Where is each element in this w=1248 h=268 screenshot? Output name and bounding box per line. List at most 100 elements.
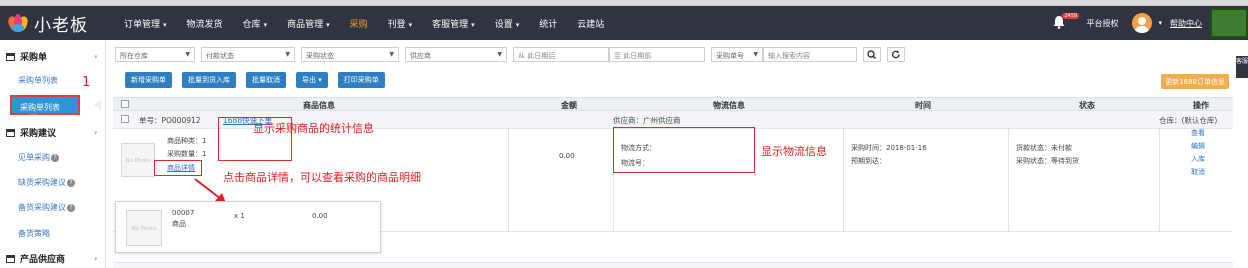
chevron-down-icon[interactable]: ▾ — [1158, 19, 1162, 27]
row-checkbox[interactable] — [121, 115, 129, 123]
expected-arrival: 预期到达： — [851, 157, 886, 165]
supplier-select[interactable]: 供应商 ▼ — [405, 47, 507, 62]
product-thumbnail: No Photo — [121, 143, 155, 177]
batch-receive-button[interactable]: 批量到货入库 — [182, 72, 236, 88]
notification-bell-icon[interactable]: 2459 — [1052, 13, 1080, 31]
column-divider — [1159, 129, 1160, 232]
sidebar-item-stock-advice[interactable]: 备货采购建议? — [18, 202, 75, 213]
date-from-input[interactable]: 从 此日期后 — [513, 47, 609, 62]
nav-item-label: 客服管理 — [432, 19, 469, 30]
search-input[interactable]: 输入搜索内容 — [763, 47, 857, 62]
dropdown-arrow-icon: ▼ — [285, 51, 290, 58]
column-divider — [1008, 129, 1009, 232]
nav-item-0[interactable]: 订单管理 ▾ — [124, 17, 167, 30]
filter-bar: 所在仓库 ▼ 付款状态 ▼ 采购状态 ▼ 供应商 ▼ 从 此日期后 至 此日期前 采购单… — [115, 47, 911, 63]
refresh-button[interactable] — [887, 47, 905, 62]
sidebar-item-shortage[interactable]: 见单采购? — [18, 152, 59, 163]
purchase-quantity: 采购数量：1 — [167, 150, 207, 158]
flower-logo-icon — [6, 11, 30, 35]
nav-item-label: 商品管理 — [287, 19, 324, 30]
sidebar-group-purchase-order[interactable]: 采购单 ▾ — [6, 50, 98, 63]
warehouse-select[interactable]: 所在仓库 ▼ — [115, 47, 195, 62]
warehouse-name: 仓库：(默认仓库) — [1159, 116, 1218, 125]
help-center-link[interactable]: 帮助中心 — [1170, 18, 1202, 29]
nav-item-9[interactable]: 云建站 — [577, 17, 604, 30]
export-button[interactable]: 导出 ▾ — [296, 72, 328, 88]
search-group: 采购单号 ▼ 输入搜索内容 — [711, 47, 857, 63]
nav-item-label: 刊登 — [387, 19, 406, 30]
sidebar-item-out-of-stock[interactable]: 缺货采购建议? — [18, 177, 75, 188]
dropdown-arrow-icon: ▼ — [185, 51, 190, 58]
chevron-down-icon: ▾ — [94, 52, 98, 61]
column-header-logistics: 物流信息 — [713, 101, 745, 110]
receive-link[interactable]: 入库 — [1191, 154, 1205, 164]
list-icon — [6, 52, 15, 61]
nav-item-label: 物流发货 — [186, 19, 223, 30]
dropdown-arrow-icon: ▼ — [497, 51, 502, 58]
new-purchase-order-button[interactable]: 新增采购单 — [125, 72, 172, 88]
app-logo[interactable]: 小老板 — [6, 10, 88, 36]
date-range: 从 此日期后 至 此日期前 — [513, 47, 705, 63]
nav-item-3[interactable]: 商品管理 ▾ — [287, 17, 330, 30]
logo-text: 小老板 — [34, 15, 88, 36]
platform-auth-link[interactable]: 平台授权 — [1086, 18, 1118, 29]
dropdown-arrow-icon: ▼ — [753, 51, 758, 58]
sidebar-item-purchase-list[interactable]: 采购单列表 — [18, 75, 58, 86]
search-type-select[interactable]: 采购单号 ▼ — [711, 47, 763, 62]
sidebar-group-label: 采购建议 — [20, 129, 57, 139]
purchase-status: 采购状态：等待到货 — [1016, 157, 1079, 165]
order-number: 单号：PO000912 — [139, 116, 201, 125]
nav-item-1[interactable]: 物流发货 — [187, 17, 223, 30]
column-header-product: 商品信息 — [303, 101, 335, 110]
print-purchase-order-button[interactable]: 打印采购单 — [337, 72, 385, 88]
select-value: 采购状态 — [306, 52, 334, 60]
nav-item-2[interactable]: 仓库 ▾ — [243, 17, 268, 30]
sidebar-group-supplier[interactable]: 产品供应商 ▾ — [6, 252, 98, 265]
chevron-down-icon: ▾ — [471, 20, 475, 29]
nav-item-label: 采购 — [349, 19, 368, 30]
next-order-row — [113, 262, 1233, 268]
annotation-logistics: 显示物流信息 — [761, 145, 827, 158]
nav-item-6[interactable]: 客服管理 ▾ — [432, 17, 475, 30]
purchase-status-select[interactable]: 采购状态 ▼ — [301, 47, 399, 62]
select-all-checkbox[interactable] — [121, 100, 129, 108]
annotation-box-logistics — [613, 127, 755, 173]
help-icon[interactable]: ? — [67, 179, 75, 187]
annotation-stats: 显示采购商品的统计信息 — [253, 122, 374, 135]
product-sku: 00007 — [172, 209, 195, 217]
nav-item-8[interactable]: 统计 — [539, 17, 557, 30]
sidebar-group-purchase-advice[interactable]: 采购建议 ▾ — [6, 126, 98, 139]
chevron-down-icon: ▾ — [515, 20, 520, 29]
pay-status-select[interactable]: 付款状态 ▼ — [201, 47, 295, 62]
help-icon[interactable]: ? — [51, 154, 59, 162]
nav-item-5[interactable]: 刊登 ▾ — [388, 17, 413, 30]
sidebar-item-purchase-list-new[interactable]: 采购单列表（新） — [10, 95, 80, 123]
order-amount: 0.00 — [559, 152, 575, 160]
nav-item-4[interactable]: 采购 — [350, 17, 368, 30]
sidebar-item-label: 备货采购建议 — [18, 203, 66, 212]
chevron-down-icon: ▾ — [263, 20, 268, 29]
sku-kinds: 商品种类：1 — [167, 137, 207, 145]
nav-item-label: 仓库 — [242, 19, 261, 30]
edit-link[interactable]: 编辑 — [1191, 141, 1205, 151]
nav-item-7[interactable]: 设置 ▾ — [495, 17, 520, 30]
batch-cancel-button[interactable]: 批量取消 — [246, 72, 286, 88]
sync-1688-button[interactable]: 更新1688订单信息 — [1161, 74, 1229, 89]
cancel-link[interactable]: 取消 — [1191, 167, 1205, 177]
avatar[interactable] — [1132, 13, 1153, 33]
sidebar-group-label: 采购单 — [20, 53, 48, 63]
sidebar-item-label: 见单采购 — [18, 153, 50, 162]
chevron-down-icon: ▾ — [326, 20, 330, 29]
customer-service-tab[interactable]: 客服 — [1236, 56, 1248, 78]
column-header-operations: 操作 — [1193, 101, 1209, 110]
search-button[interactable] — [863, 47, 881, 62]
purchase-time: 采购时间：2018-01-16 — [851, 144, 927, 152]
date-to-input[interactable]: 至 此日期前 — [609, 47, 705, 62]
sidebar-item-stock-strategy[interactable]: 备货策略 — [18, 228, 50, 239]
view-link[interactable]: 查看 — [1191, 128, 1205, 138]
nav-item-label: 统计 — [539, 19, 558, 30]
table-header: 商品信息 金额 物流信息 时间 状态 操作 — [113, 97, 1233, 111]
chevron-down-icon: ▾ — [318, 76, 322, 84]
help-icon[interactable]: ? — [67, 204, 75, 212]
chevron-down-icon: ▾ — [163, 20, 167, 29]
